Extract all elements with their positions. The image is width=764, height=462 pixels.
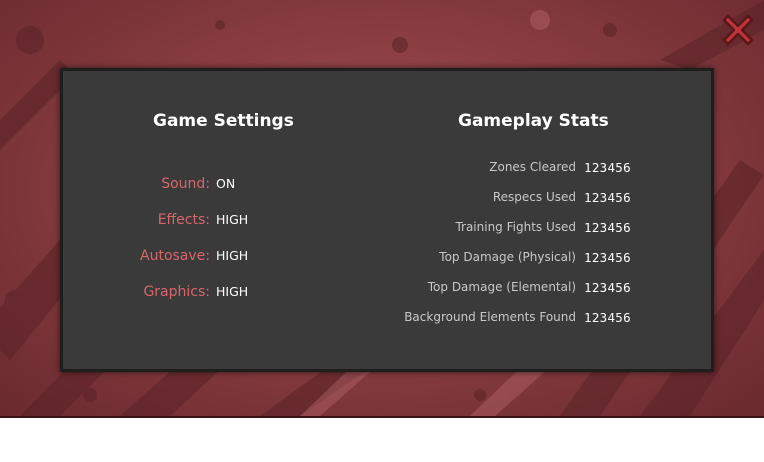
stat-value: 123456 bbox=[584, 190, 631, 205]
stat-row-top-damage-elemental: Top Damage (Elemental) 123456 bbox=[63, 280, 711, 298]
stat-label: Top Damage (Elemental) bbox=[427, 280, 576, 294]
stat-row-respecs-used: Respecs Used 123456 bbox=[63, 190, 711, 208]
close-x-icon bbox=[722, 14, 754, 46]
stat-value: 123456 bbox=[584, 160, 631, 175]
stat-value: 123456 bbox=[584, 280, 631, 295]
settings-panel: Game Settings Gameplay Stats Sound: ON E… bbox=[60, 68, 714, 372]
game-settings-title: Game Settings bbox=[153, 111, 294, 131]
stat-row-training-fights: Training Fights Used 123456 bbox=[63, 220, 711, 238]
stat-value: 123456 bbox=[584, 220, 631, 235]
stat-row-zones-cleared: Zones Cleared 123456 bbox=[63, 160, 711, 178]
stat-label: Training Fights Used bbox=[455, 220, 576, 234]
settings-window-frame: Game Settings Gameplay Stats Sound: ON E… bbox=[0, 0, 764, 418]
close-button[interactable] bbox=[718, 10, 758, 50]
stat-label: Background Elements Found bbox=[404, 310, 576, 324]
stat-value: 123456 bbox=[584, 250, 631, 265]
stat-value: 123456 bbox=[584, 310, 631, 325]
stat-label: Zones Cleared bbox=[489, 160, 576, 174]
stat-label: Respecs Used bbox=[492, 190, 576, 204]
setting-value-sound[interactable]: ON bbox=[216, 176, 235, 191]
gameplay-stats-title: Gameplay Stats bbox=[458, 111, 609, 131]
stat-row-top-damage-physical: Top Damage (Physical) 123456 bbox=[63, 250, 711, 268]
stat-label: Top Damage (Physical) bbox=[439, 250, 576, 264]
stat-row-background-elements: Background Elements Found 123456 bbox=[63, 310, 711, 328]
